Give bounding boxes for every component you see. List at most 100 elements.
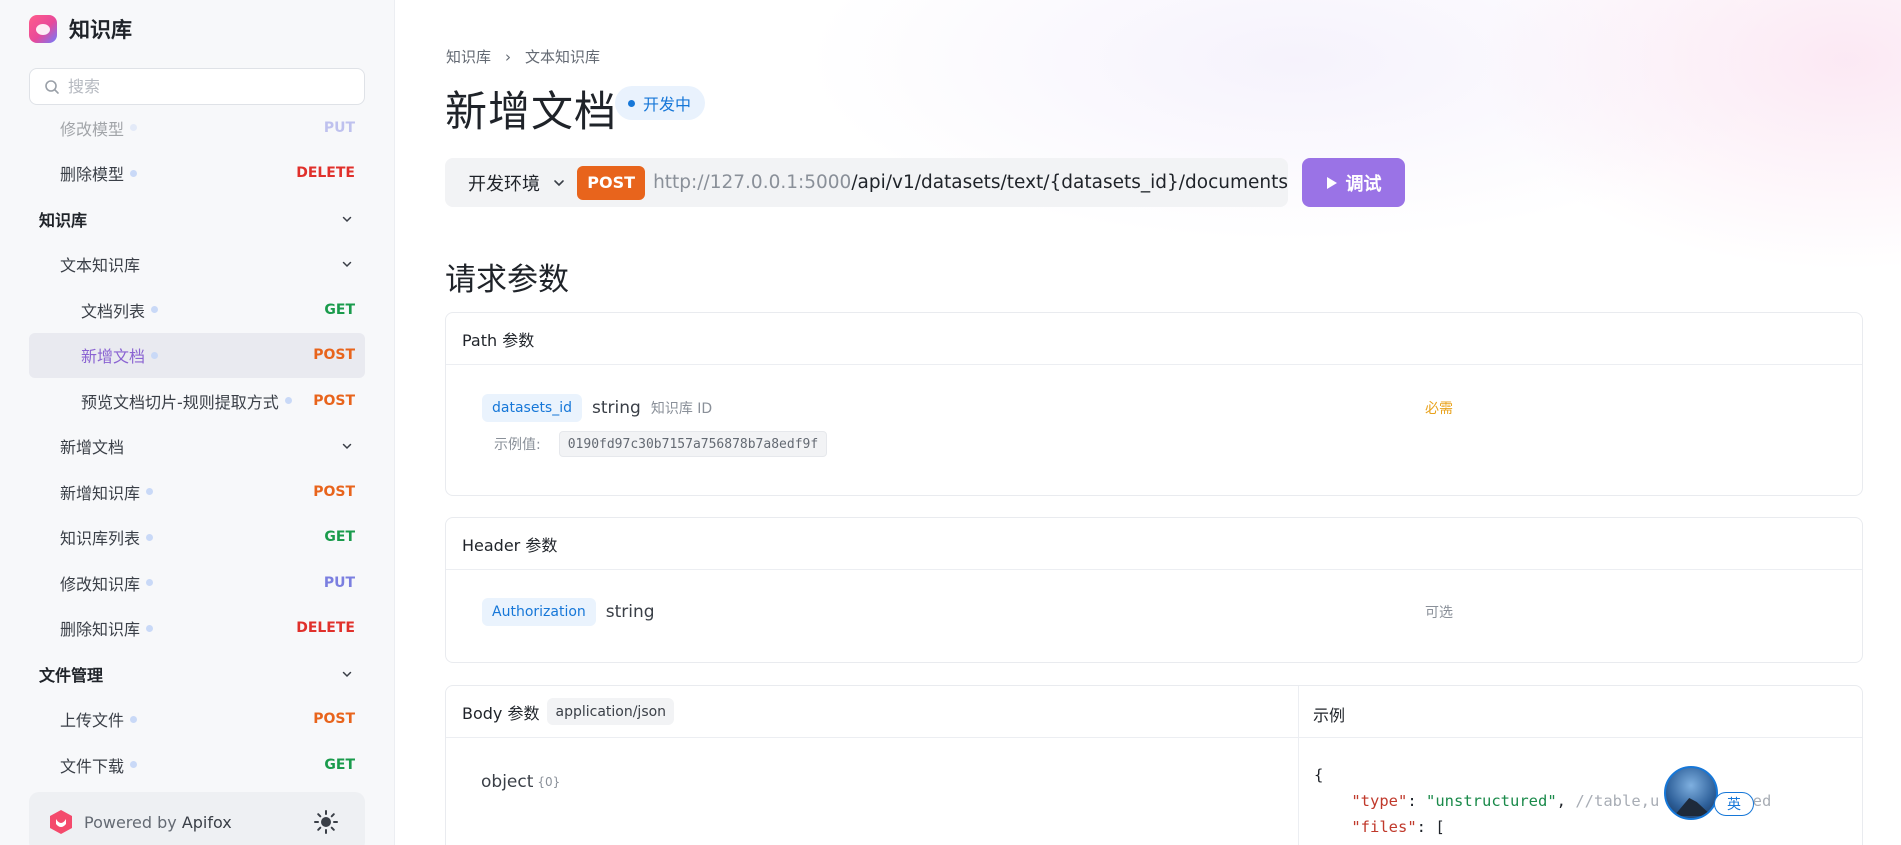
assistant-avatar[interactable] — [1664, 766, 1718, 820]
code-token: , — [1556, 792, 1576, 810]
main-content: 知识库 › 文本知识库 新增文档 开发中 开发环境 POST http://12… — [396, 0, 1901, 845]
method-label: POST — [313, 392, 355, 409]
code-token: "files" — [1351, 818, 1417, 836]
status-dot-icon — [130, 761, 138, 769]
powered-by-text: Powered by Apifox — [84, 812, 232, 832]
param-description: 知识库 ID — [650, 401, 713, 417]
search-input[interactable] — [68, 77, 348, 96]
request-url[interactable]: http://127.0.0.1:5000/api/v1/datasets/te… — [653, 172, 1288, 193]
method-label: POST — [313, 347, 355, 364]
status-dot-icon — [146, 533, 154, 541]
content-type-badge: application/json — [547, 698, 675, 725]
sidebar-folder[interactable]: 新增文档 — [29, 424, 365, 470]
method-label: PUT — [323, 119, 355, 136]
chevron-down-icon[interactable] — [341, 213, 353, 225]
method-label: GET — [324, 301, 355, 318]
app-logo-icon — [29, 15, 57, 43]
sidebar-item[interactable]: 删除知识库 DELETE — [29, 606, 365, 652]
param-name[interactable]: Authorization — [482, 598, 596, 626]
method-badge: POST — [577, 165, 646, 200]
sidebar-group[interactable]: 知识库 — [29, 196, 365, 242]
sidebar-item[interactable]: 修改模型 PUT — [29, 105, 365, 151]
sidebar-item[interactable]: 新增知识库 POST — [29, 469, 365, 515]
method-label: PUT — [323, 574, 355, 591]
path-params-card: Path 参数 datasets_id string 知识库 ID 必需 示例值… — [445, 312, 1863, 496]
search-box[interactable] — [29, 68, 365, 105]
sidebar-item-label: 删除模型 — [60, 165, 125, 185]
sidebar-item-label: 上传文件 — [60, 711, 125, 731]
ime-indicator[interactable]: 英 — [1714, 792, 1754, 816]
status-dot-icon — [628, 99, 635, 107]
breadcrumb-separator-icon: › — [505, 47, 512, 66]
search-icon — [45, 79, 59, 94]
sidebar: 知识库 修改模型 PUT 删除模型 DELETE 知识库文本知识库文档列表 GET 新增文档… — [0, 0, 395, 845]
code-line: "files": [ — [1314, 814, 1771, 840]
example-value[interactable]: 0190fd97c30b7157a756878b7a8edf9f — [558, 431, 828, 457]
param-type: string — [605, 602, 655, 622]
status-dot-icon — [146, 624, 154, 632]
sidebar-item-label: 预览文档切片-规则提取方式 — [81, 392, 279, 412]
status-dot-icon — [146, 579, 154, 587]
theme-toggle-sun-icon[interactable] — [313, 809, 339, 835]
status-dot-icon — [151, 351, 159, 359]
body-root-count: {0} — [537, 775, 561, 789]
path-params-header: Path 参数 — [446, 313, 1862, 365]
breadcrumb-item[interactable]: 知识库 — [446, 46, 491, 67]
app-title: 知识库 — [69, 18, 132, 42]
body-params-title: Body 参数 — [462, 703, 540, 723]
code-token: "type" — [1351, 792, 1408, 810]
sidebar-item-label: 删除知识库 — [60, 620, 141, 640]
environment-select[interactable]: 开发环境 — [445, 170, 577, 196]
status-dot-icon — [130, 715, 138, 723]
code-token: : — [1407, 792, 1426, 810]
header-params-header: Header 参数 — [446, 518, 1862, 570]
sidebar-item[interactable]: 预览文档切片-规则提取方式 POST — [29, 378, 365, 424]
brand[interactable]: 知识库 — [29, 14, 132, 44]
param-name[interactable]: datasets_id — [482, 394, 583, 422]
sidebar-item-label: 知识库列表 — [60, 529, 141, 549]
chevron-down-icon[interactable] — [341, 440, 353, 452]
status-dot-icon — [146, 488, 154, 496]
method-label: GET — [324, 529, 355, 546]
sidebar-folder[interactable]: 文本知识库 — [29, 242, 365, 288]
status-dot-icon — [130, 124, 138, 132]
body-root-type: object — [481, 772, 534, 792]
param-required-label: 必需 — [1425, 401, 1453, 417]
sidebar-item[interactable]: 知识库列表 GET — [29, 515, 365, 561]
play-icon — [1326, 176, 1337, 189]
code-token: "unstructured" — [1426, 792, 1557, 810]
chevron-down-icon[interactable] — [341, 668, 353, 680]
sidebar-item[interactable]: 文件下载 GET — [29, 742, 365, 788]
chevron-down-icon[interactable] — [341, 258, 353, 270]
powered-by-footer[interactable]: Powered by Apifox — [29, 792, 365, 845]
sidebar-item[interactable]: 上传文件 POST — [29, 697, 365, 743]
breadcrumb-item[interactable]: 文本知识库 — [525, 46, 600, 67]
sidebar-item-label: 文件管理 — [39, 665, 104, 685]
sidebar-item[interactable]: 修改知识库 PUT — [29, 560, 365, 606]
example-header: 示例 — [1313, 706, 1346, 725]
sidebar-item[interactable]: 删除模型 DELETE — [29, 151, 365, 197]
method-label: POST — [313, 483, 355, 500]
code-token: { — [1314, 766, 1324, 784]
sidebar-item[interactable]: 新增文档 POST — [29, 332, 365, 378]
code-line: { — [1314, 840, 1771, 845]
header-param-row: Authorization string — [482, 598, 655, 626]
sidebar-item[interactable]: 文档列表 GET — [29, 287, 365, 333]
param-optional-label: 可选 — [1425, 605, 1453, 621]
status-dot-icon — [130, 169, 138, 177]
sidebar-item-label: 文档列表 — [81, 301, 146, 321]
breadcrumb: 知识库 › 文本知识库 — [446, 46, 600, 67]
sidebar-group[interactable]: 文件管理 — [29, 651, 365, 697]
status-dot-icon — [151, 306, 159, 314]
try-request-button[interactable]: 调试 — [1302, 158, 1405, 207]
status-badge: 开发中 — [615, 86, 706, 120]
page-title: 新增文档 — [445, 87, 618, 136]
body-root-row[interactable]: object {0} — [481, 772, 560, 792]
sidebar-item-label: 新增文档 — [81, 347, 146, 367]
body-divider — [1298, 686, 1299, 845]
code-token: : [ — [1416, 818, 1445, 836]
example-label: 示例值: — [494, 437, 541, 453]
sidebar-item-label: 修改知识库 — [60, 574, 141, 594]
method-label: POST — [313, 711, 355, 728]
sidebar-nav: 修改模型 PUT 删除模型 DELETE 知识库 文本知识库文档列表 GET 新增文档 POST… — [29, 105, 365, 788]
